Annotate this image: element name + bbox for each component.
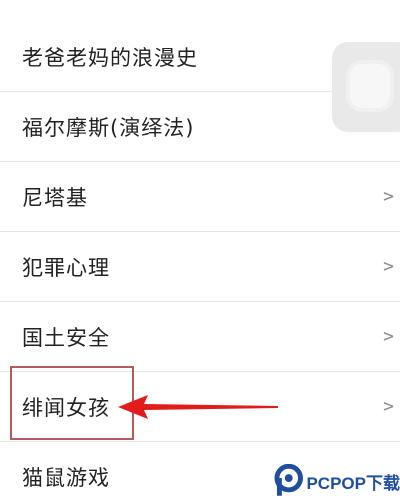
chevron-right-icon: > <box>383 396 394 417</box>
list-item-label: 老爸老妈的浪漫史 <box>22 45 198 70</box>
list-item-homeland[interactable]: 国土安全 > <box>0 302 400 372</box>
watermark-text: PCPOP下载 <box>306 473 400 493</box>
list-item-label: 猫鼠游戏 <box>22 466 110 490</box>
assistive-touch-button[interactable] <box>332 42 400 132</box>
chevron-right-icon: > <box>383 256 394 277</box>
chevron-right-icon: > <box>383 326 394 347</box>
list-item-criminal-minds[interactable]: 犯罪心理 > <box>0 232 400 302</box>
pointer-arrow-icon <box>118 395 278 419</box>
watermark: PCPOP下载 <box>274 462 400 500</box>
highlight-box <box>10 366 134 440</box>
assistive-touch-inner <box>350 64 390 108</box>
list-item-label: 犯罪心理 <box>22 255 110 280</box>
list-item-nikita[interactable]: 尼塔基 > <box>0 162 400 232</box>
list-item-label: 国土安全 <box>22 325 110 350</box>
chevron-right-icon: > <box>383 186 394 207</box>
pcpop-logo-icon <box>274 464 303 496</box>
screen: 老爸老妈的浪漫史 > 福尔摩斯(演绎法) > 尼塔基 > 犯罪心理 > 国土安全… <box>0 0 400 500</box>
list-item-label: 福尔摩斯(演绎法) <box>22 115 195 140</box>
list-item-label: 尼塔基 <box>22 185 88 210</box>
